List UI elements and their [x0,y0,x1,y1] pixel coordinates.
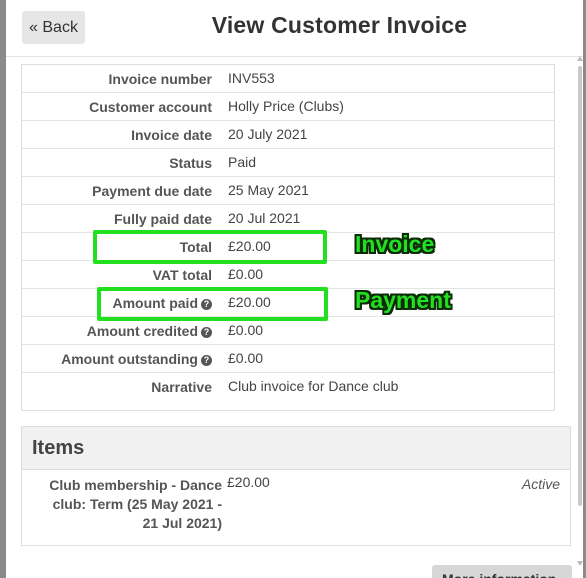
scroll-down-arrow-icon[interactable] [577,561,583,566]
status-value: Paid [228,154,257,170]
scroll-thumb[interactable] [578,66,582,506]
payment-due-date-label: Payment due date [92,183,212,199]
modal-header: « Back View Customer Invoice [6,0,583,56]
invoice-annotation-label: Invoice [355,231,435,257]
page-title: View Customer Invoice [211,12,468,38]
more-information-button[interactable]: More information [432,565,572,578]
amount-outstanding-label: Amount outstanding? [61,351,212,367]
item-status: Active [521,476,560,492]
detail-row-vat-total: VAT total £0.00 [22,261,554,289]
detail-row-payment-due-date: Payment due date 25 May 2021 [22,177,554,205]
amount-credited-value: £0.00 [228,322,264,338]
scroll-up-arrow-icon[interactable] [577,56,583,61]
vat-total-label: VAT total [152,267,212,283]
amount-credited-label-text: Amount credited [86,323,198,339]
detail-row-narrative: Narrative Club invoice for Dance club [22,373,554,401]
detail-row-amount-outstanding: Amount outstanding? £0.00 [22,345,554,373]
detail-row-fully-paid-date: Fully paid date 20 Jul 2021 [22,205,554,233]
fully-paid-date-value: 20 Jul 2021 [228,210,301,226]
fully-paid-date-label: Fully paid date [113,211,212,227]
vat-total-value: £0.00 [228,266,264,282]
amount-outstanding-value: £0.00 [228,350,264,366]
items-title: Items [32,437,85,459]
item-name: Club membership - Dance club: Term (25 M… [49,477,222,531]
payment-highlight-box [97,287,328,321]
narrative-label: Narrative [151,379,212,395]
items-panel: Items Club membership - Dance club: Term… [21,426,571,546]
customer-account-value: Holly Price (Clubs) [228,98,344,114]
amount-outstanding-label-text: Amount outstanding [61,351,198,367]
payment-annotation-label: Payment [355,287,451,313]
detail-row-invoice-number: Invoice number INV553 [22,65,554,93]
invoice-highlight-box [93,230,327,264]
invoice-number-value: INV553 [228,70,275,86]
detail-row-status: Status Paid [22,149,554,177]
back-button[interactable]: « Back [22,11,85,44]
invoice-date-value: 20 July 2021 [228,126,308,142]
items-header: Items [22,427,570,470]
invoice-date-label: Invoice date [131,127,212,143]
detail-row-customer-account: Customer account Holly Price (Clubs) [22,93,554,121]
help-icon[interactable]: ? [201,327,212,338]
item-price: £20.00 [227,474,270,490]
customer-account-label: Customer account [89,99,212,115]
detail-row-invoice-date: Invoice date 20 July 2021 [22,121,554,149]
scrollbar[interactable] [577,56,583,578]
header-divider [6,56,583,57]
payment-due-date-value: 25 May 2021 [228,182,309,198]
invoice-number-label: Invoice number [108,71,212,87]
amount-credited-label: Amount credited? [87,323,212,339]
detail-row-amount-credited: Amount credited? £0.00 [22,317,554,345]
invoice-modal: « Back View Customer Invoice Invoice num… [6,0,583,578]
narrative-value: Club invoice for Dance club [228,378,399,394]
help-icon[interactable]: ? [201,355,212,366]
status-label: Status [169,155,212,171]
